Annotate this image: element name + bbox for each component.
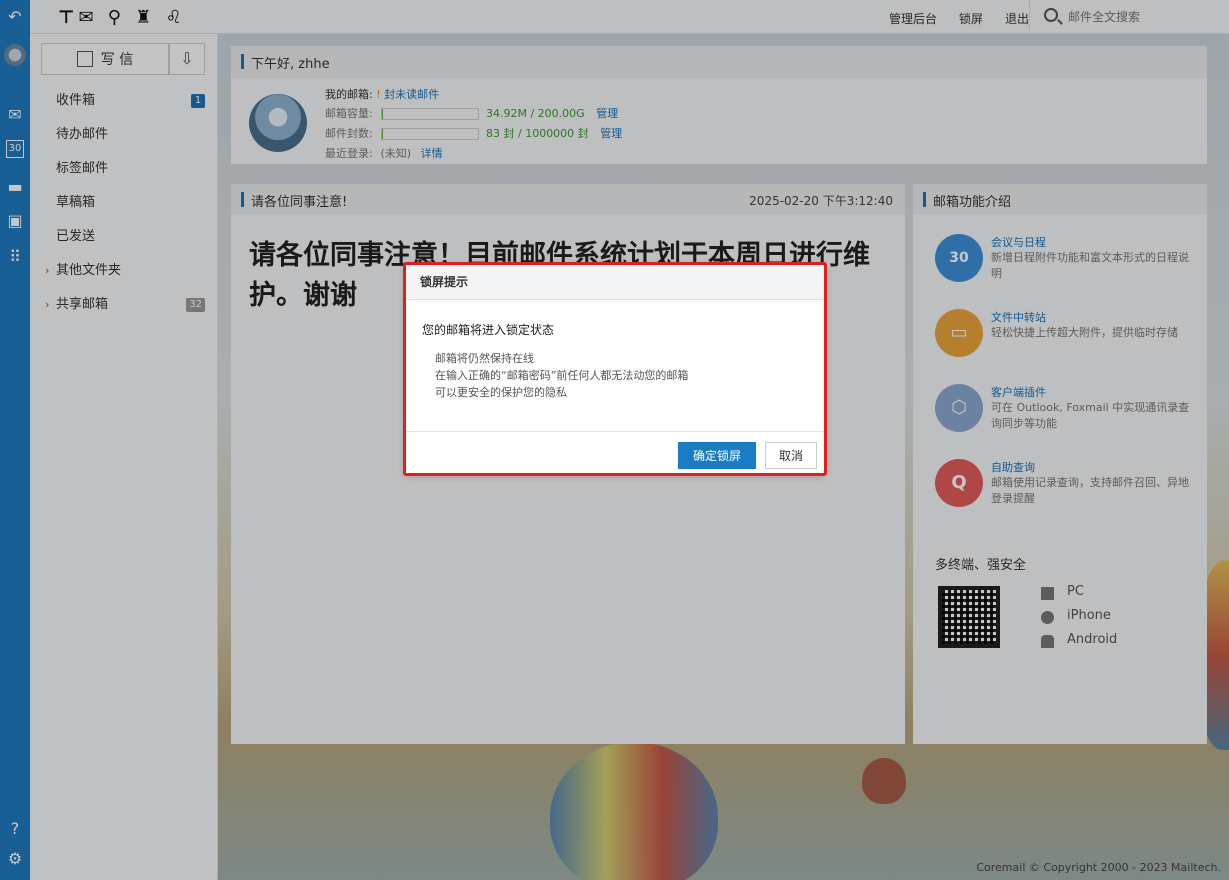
highlight-outline xyxy=(403,262,827,476)
